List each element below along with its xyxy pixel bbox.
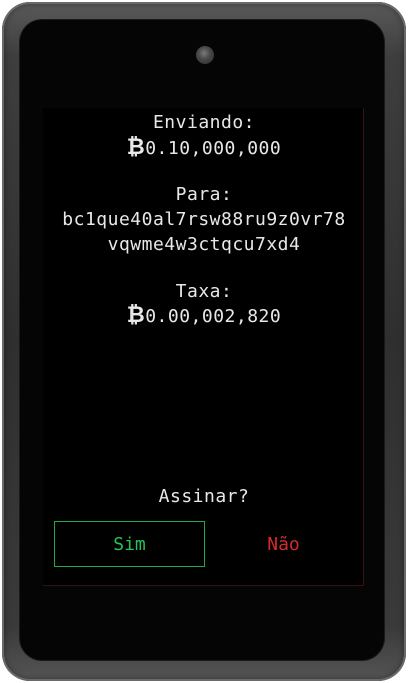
fee-amount: 0.00,002,820 xyxy=(145,306,282,327)
recipient-address-line1: bc1que40al7rsw88ru9z0vr78 xyxy=(62,209,346,230)
confirm-no-button[interactable]: Não xyxy=(208,521,359,567)
confirm-yes-button[interactable]: Sim xyxy=(54,521,205,567)
sign-prompt: Assinar? xyxy=(158,486,250,507)
recipient-label: Para: xyxy=(175,184,233,205)
confirm-yes-label: Sim xyxy=(113,533,146,555)
device-screen xyxy=(43,108,364,586)
front-camera-icon xyxy=(196,46,214,64)
sending-label: Enviando: xyxy=(152,112,256,133)
recipient-address-line2: vqwme4w3ctqcu7xd4 xyxy=(107,234,301,255)
sending-amount-row: ₿0.10,000,000 xyxy=(0,137,408,160)
confirm-no-label: Não xyxy=(267,533,300,555)
fee-amount-row: ₿0.00,002,820 xyxy=(0,305,408,328)
bitcoin-symbol-icon: ₿ xyxy=(126,135,146,160)
bitcoin-symbol-icon: ₿ xyxy=(126,303,146,328)
fee-label: Taxa: xyxy=(175,281,233,302)
sending-amount: 0.10,000,000 xyxy=(145,138,282,159)
